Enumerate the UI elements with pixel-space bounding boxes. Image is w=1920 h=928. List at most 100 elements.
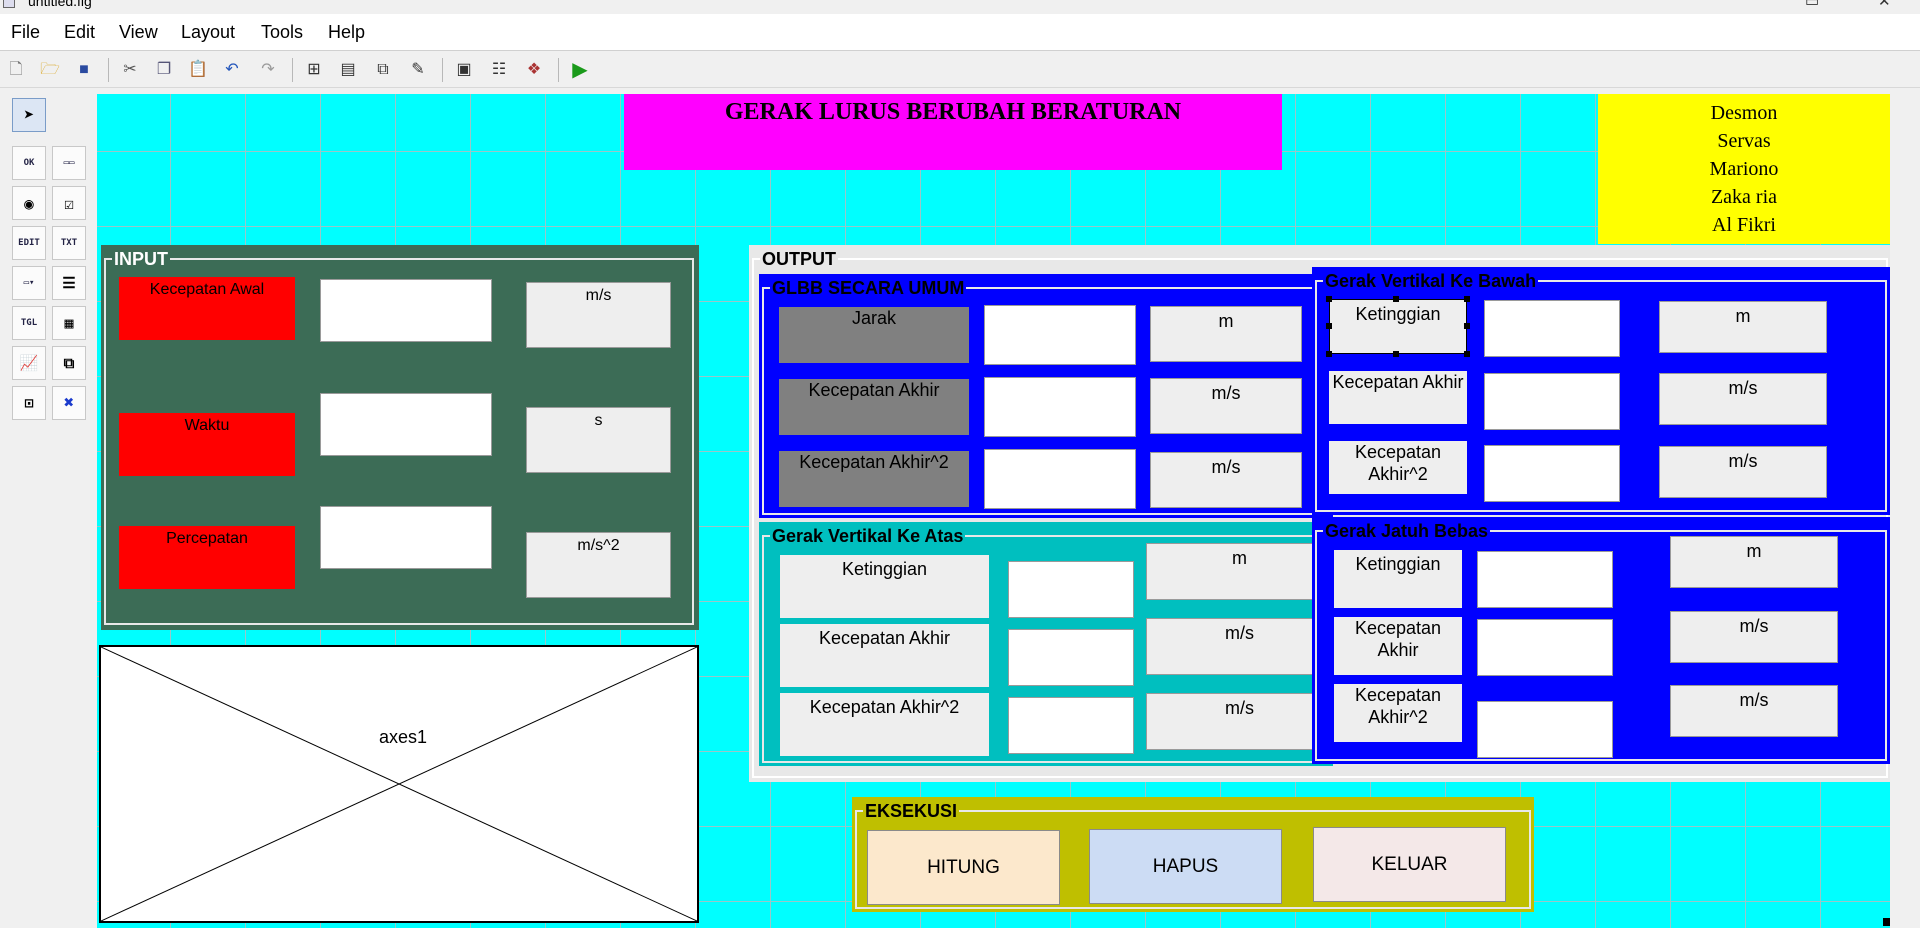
redo-icon[interactable]: ↷ [256, 58, 280, 82]
menu-help[interactable]: Help [328, 22, 365, 43]
figure-canvas[interactable]: GERAK LURUS BERUBAH BERATURAN Desmon Ser… [97, 94, 1890, 928]
window-title: untitled.fig [28, 0, 92, 9]
listbox-icon[interactable]: ☰ [52, 266, 86, 300]
selection-handle[interactable] [1464, 296, 1470, 302]
selection-handle[interactable] [1326, 351, 1332, 357]
toolbar-separator [558, 58, 559, 82]
waktu-input[interactable] [320, 393, 492, 456]
menu-edit[interactable]: Edit [64, 22, 95, 43]
label-kecepatan-akhir-kuadrat: Kecepatan Akhir^2 [1329, 441, 1467, 494]
atas-ketinggian-output[interactable] [1008, 561, 1134, 618]
slider-icon[interactable]: ▭▭ [52, 146, 86, 180]
label-jarak: Jarak [779, 307, 969, 363]
jatuh-kecepatan-akhir-kuadrat-unit: m/s [1670, 685, 1838, 737]
static-text-icon[interactable]: TXT [52, 226, 86, 260]
label-kecepatan-akhir-kuadrat: Kecepatan Akhir^2 [1334, 684, 1462, 742]
jatuh-ketinggian-output[interactable] [1477, 551, 1613, 608]
label-percepatan: Percepatan [119, 526, 295, 589]
bawah-ketinggian-output[interactable] [1484, 300, 1620, 357]
label-kecepatan-akhir: Kecepatan Akhir [780, 624, 989, 687]
property-inspector-icon[interactable]: ☷ [487, 58, 511, 82]
selection-handle[interactable] [1464, 351, 1470, 357]
jatuh-ketinggian-unit: m [1670, 536, 1838, 588]
maximize-icon[interactable]: ▭ [1805, 0, 1819, 10]
kecepatan-akhir-kuadrat-output[interactable] [984, 449, 1136, 509]
object-browser-icon[interactable]: ❖ [522, 58, 546, 82]
eksekusi-title: EKSEKUSI [863, 801, 960, 821]
new-file-icon[interactable]: 🗋 [4, 58, 28, 82]
toolbar-editor-icon[interactable]: ✎ [406, 58, 430, 82]
selection-handle[interactable] [1393, 351, 1399, 357]
selection-handle[interactable] [1326, 296, 1332, 302]
vertikal-atas-panel: Gerak Vertikal Ke Atas Ketinggian m Kece… [759, 522, 1333, 766]
window-titlebar: untitled.fig ▭ ✕ [0, 0, 1920, 14]
menu-view[interactable]: View [119, 22, 158, 43]
bawah-kecepatan-akhir-kuadrat-output[interactable] [1484, 445, 1620, 502]
axes-cross-lines [101, 647, 697, 921]
save-icon[interactable]: ■ [72, 58, 96, 82]
selection-handle[interactable] [1326, 323, 1332, 329]
popup-menu-icon[interactable]: ▭▾ [12, 266, 46, 300]
figure-resize-handle[interactable] [1883, 918, 1890, 926]
label-kecepatan-akhir-kuadrat: Kecepatan Akhir^2 [780, 693, 989, 756]
activex-icon[interactable]: ✖ [52, 386, 86, 420]
push-button-icon[interactable]: OK [12, 146, 46, 180]
atas-kecepatan-akhir-output[interactable] [1008, 629, 1134, 686]
atas-kecepatan-akhir-kuadrat-output[interactable] [1008, 697, 1134, 754]
button-group-icon[interactable]: ⊡ [12, 386, 46, 420]
editor-icon[interactable]: ▣ [452, 58, 476, 82]
run-icon[interactable]: ▶ [568, 58, 592, 82]
select-tool-icon[interactable]: ➤ [12, 98, 46, 132]
edit-text-icon[interactable]: EDIT [12, 226, 46, 260]
paste-icon[interactable]: 📋 [186, 58, 210, 82]
input-panel: INPUT Kecepatan Awal m/s Waktu s Percepa… [101, 245, 699, 630]
toolbar-separator [108, 58, 109, 82]
tab-order-editor-icon[interactable]: ⧉ [371, 58, 395, 82]
axes-placeholder[interactable]: axes1 [99, 645, 699, 923]
atas-kecepatan-akhir-kuadrat-unit: m/s [1146, 693, 1333, 750]
author-name: Al Fikri [1712, 214, 1776, 236]
selection-handle[interactable] [1464, 323, 1470, 329]
radio-button-icon[interactable]: ◉ [12, 186, 46, 220]
undo-icon[interactable]: ↶ [220, 58, 244, 82]
align-objects-icon[interactable]: ⊞ [302, 58, 326, 82]
close-icon[interactable]: ✕ [1878, 0, 1891, 10]
atas-ketinggian-unit: m [1146, 543, 1333, 600]
label-waktu: Waktu [119, 413, 295, 476]
keluar-button[interactable]: KELUAR [1313, 827, 1506, 902]
menubar: File Edit View Layout Tools Help [0, 14, 1920, 51]
checkbox-icon[interactable]: ☑ [52, 186, 86, 220]
toolbar-separator [292, 58, 293, 82]
hapus-button[interactable]: HAPUS [1089, 829, 1282, 904]
hitung-button[interactable]: HITUNG [867, 830, 1060, 905]
percepatan-input[interactable] [320, 506, 492, 569]
panel-icon[interactable]: ⧉ [52, 346, 86, 380]
jatuh-kecepatan-akhir-kuadrat-output[interactable] [1477, 701, 1613, 758]
vertikal-atas-title: Gerak Vertikal Ke Atas [770, 526, 966, 546]
bawah-kecepatan-akhir-output[interactable] [1484, 373, 1620, 430]
label-kecepatan-akhir-kuadrat: Kecepatan Akhir^2 [779, 451, 969, 507]
copy-icon[interactable]: ❐ [152, 58, 176, 82]
page-title: GERAK LURUS BERUBAH BERATURAN [624, 94, 1282, 170]
menu-editor-icon[interactable]: ▤ [336, 58, 360, 82]
kecepatan-akhir-output[interactable] [984, 377, 1136, 437]
table-icon[interactable]: ▦ [52, 306, 86, 340]
jatuh-kecepatan-akhir-output[interactable] [1477, 619, 1613, 676]
menu-file[interactable]: File [11, 22, 40, 43]
toggle-button-icon[interactable]: TGL [12, 306, 46, 340]
label-ketinggian[interactable]: Ketinggian [1329, 299, 1467, 354]
eksekusi-panel: EKSEKUSI HITUNG HAPUS KELUAR [852, 797, 1534, 912]
cut-icon[interactable]: ✂ [118, 58, 142, 82]
selection-handle[interactable] [1393, 296, 1399, 302]
author-name: Mariono [1709, 158, 1779, 180]
menu-tools[interactable]: Tools [261, 22, 303, 43]
jarak-output[interactable] [984, 305, 1136, 365]
jatuh-bebas-title: Gerak Jatuh Bebas [1323, 521, 1491, 541]
label-ketinggian: Ketinggian [1334, 550, 1462, 608]
author-name: Desmon [1710, 102, 1778, 124]
menu-layout[interactable]: Layout [181, 22, 235, 43]
open-folder-icon[interactable]: 🗁 [38, 58, 62, 82]
axes-icon[interactable]: 📈 [12, 346, 46, 380]
author-name: Servas [1717, 130, 1771, 152]
kecepatan-awal-input[interactable] [320, 279, 492, 342]
